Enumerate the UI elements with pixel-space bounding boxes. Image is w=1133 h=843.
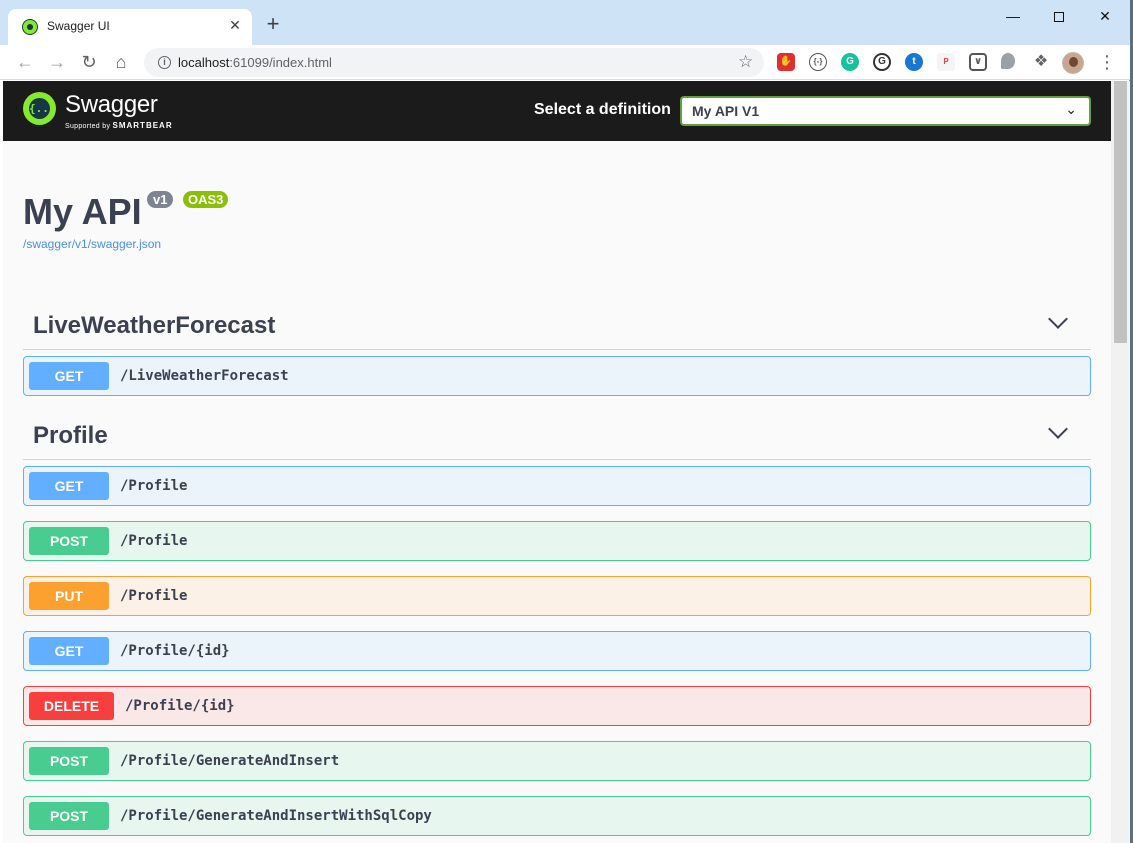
tag-header[interactable]: Profile xyxy=(23,410,1091,460)
method-badge: POST xyxy=(29,747,109,775)
definition-select[interactable]: My API V1 ⌄ xyxy=(680,96,1091,126)
puzzle-extensions-icon[interactable]: ❖ xyxy=(1032,53,1050,71)
reload-icon[interactable]: ↻ xyxy=(78,51,100,73)
chevron-down-icon[interactable] xyxy=(1048,419,1068,439)
operation-row[interactable]: POST /Profile/GenerateAndInsert xyxy=(23,741,1091,781)
close-window-icon[interactable]: ✕ xyxy=(1082,5,1128,27)
info-icon[interactable]: i xyxy=(158,56,171,69)
url-text[interactable]: localhost:61099/index.html xyxy=(178,55,332,70)
browser-window: Swagger UI ✕ + — ✕ ← → ↻ ⌂ i localhost:6… xyxy=(0,0,1130,843)
chevron-down-icon: ⌄ xyxy=(1065,101,1077,117)
browser-tab[interactable]: Swagger UI ✕ xyxy=(8,9,252,45)
swagger-logo-text[interactable]: Swagger xyxy=(65,91,158,119)
tag-title: LiveWeatherForecast xyxy=(33,312,276,339)
operation-row[interactable]: DELETE /Profile/{id} xyxy=(23,686,1091,726)
balloon-extension-icon[interactable] xyxy=(1001,53,1015,69)
vertical-scrollbar[interactable] xyxy=(1111,81,1130,843)
back-arrow-icon[interactable]: ← xyxy=(14,51,36,73)
tag-section-profile: Profile GET /Profile POST /Profile PUT /… xyxy=(23,410,1091,836)
operation-path: /Profile/{id} xyxy=(125,698,235,714)
method-badge: GET xyxy=(29,472,109,500)
operation-row[interactable]: PUT /Profile xyxy=(23,576,1091,616)
operation-row[interactable]: GET /LiveWeatherForecast xyxy=(23,356,1091,396)
tab-title: Swagger UI xyxy=(47,19,110,33)
method-badge: POST xyxy=(29,802,109,830)
api-info: My API v1 OAS3 /swagger/v1/swagger.json xyxy=(23,191,229,251)
swagger-favicon-icon xyxy=(22,19,38,35)
forward-arrow-icon[interactable]: → xyxy=(46,51,68,73)
address-bar[interactable]: i localhost:61099/index.html ☆ xyxy=(144,48,764,77)
method-badge: PUT xyxy=(29,582,109,610)
grammarly-extension-icon[interactable]: G xyxy=(841,53,859,71)
operation-row[interactable]: POST /Profile/GenerateAndInsertWithSqlCo… xyxy=(23,796,1091,836)
title-bar: Swagger UI ✕ + — ✕ xyxy=(0,0,1130,45)
operation-path: /Profile/GenerateAndInsertWithSqlCopy xyxy=(120,808,432,824)
tab-close-icon[interactable]: ✕ xyxy=(226,16,244,34)
api-title: My API xyxy=(23,191,142,232)
operation-path: /Profile xyxy=(120,533,188,549)
maximize-icon[interactable] xyxy=(1036,5,1082,27)
scrollbar-thumb[interactable] xyxy=(1114,81,1127,343)
operation-path: /Profile/{id} xyxy=(120,643,230,659)
definition-select-value: My API V1 xyxy=(692,103,760,119)
method-badge: DELETE xyxy=(29,692,114,720)
profile-avatar[interactable] xyxy=(1062,52,1084,74)
pdf-extension-icon[interactable]: P xyxy=(937,53,955,71)
operation-path: /LiveWeatherForecast xyxy=(120,368,289,384)
operation-path: /Profile xyxy=(120,588,188,604)
method-badge: GET xyxy=(29,637,109,665)
new-tab-icon[interactable]: + xyxy=(262,13,284,36)
version-badge: v1 xyxy=(147,191,174,208)
minimize-icon[interactable]: — xyxy=(990,5,1036,27)
tag-header[interactable]: LiveWeatherForecast xyxy=(23,300,1091,350)
oas-badge: OAS3 xyxy=(183,191,229,208)
menu-dots-icon[interactable]: ⋮ xyxy=(1098,52,1116,72)
chevron-down-icon[interactable] xyxy=(1048,309,1068,329)
definition-label: Select a definition xyxy=(534,101,671,118)
swagger-logo-subtext: Supported by SMARTBEAR xyxy=(65,121,173,130)
swagger-logo-icon[interactable]: {..} xyxy=(23,92,56,125)
bookmark-star-icon[interactable]: ☆ xyxy=(738,52,753,72)
method-badge: POST xyxy=(29,527,109,555)
operation-row[interactable]: POST /Profile xyxy=(23,521,1091,561)
operation-row[interactable]: GET /Profile/{id} xyxy=(23,631,1091,671)
tag-section-liveweatherforecast: LiveWeatherForecast GET /LiveWeatherFore… xyxy=(23,300,1091,396)
spec-link[interactable]: /swagger/v1/swagger.json xyxy=(23,237,161,251)
operation-row[interactable]: GET /Profile xyxy=(23,466,1091,506)
method-badge: GET xyxy=(29,362,109,390)
swagger-topbar: {..} Swagger Supported by SMARTBEAR Sele… xyxy=(3,81,1111,141)
operation-path: /Profile xyxy=(120,478,188,494)
browser-toolbar: ← → ↻ ⌂ i localhost:61099/index.html ☆ ✋… xyxy=(0,45,1130,80)
g-extension-icon[interactable]: G xyxy=(873,53,891,71)
json-extension-icon[interactable]: {-} xyxy=(809,53,827,71)
operation-path: /Profile/GenerateAndInsert xyxy=(120,753,340,769)
t-extension-icon[interactable]: t xyxy=(905,53,923,71)
tag-title: Profile xyxy=(33,422,108,449)
page-viewport: {..} Swagger Supported by SMARTBEAR Sele… xyxy=(3,81,1130,843)
home-icon[interactable]: ⌂ xyxy=(110,51,132,73)
pocket-extension-icon[interactable]: ∨ xyxy=(969,53,987,71)
adblock-extension-icon[interactable]: ✋ xyxy=(777,53,795,71)
